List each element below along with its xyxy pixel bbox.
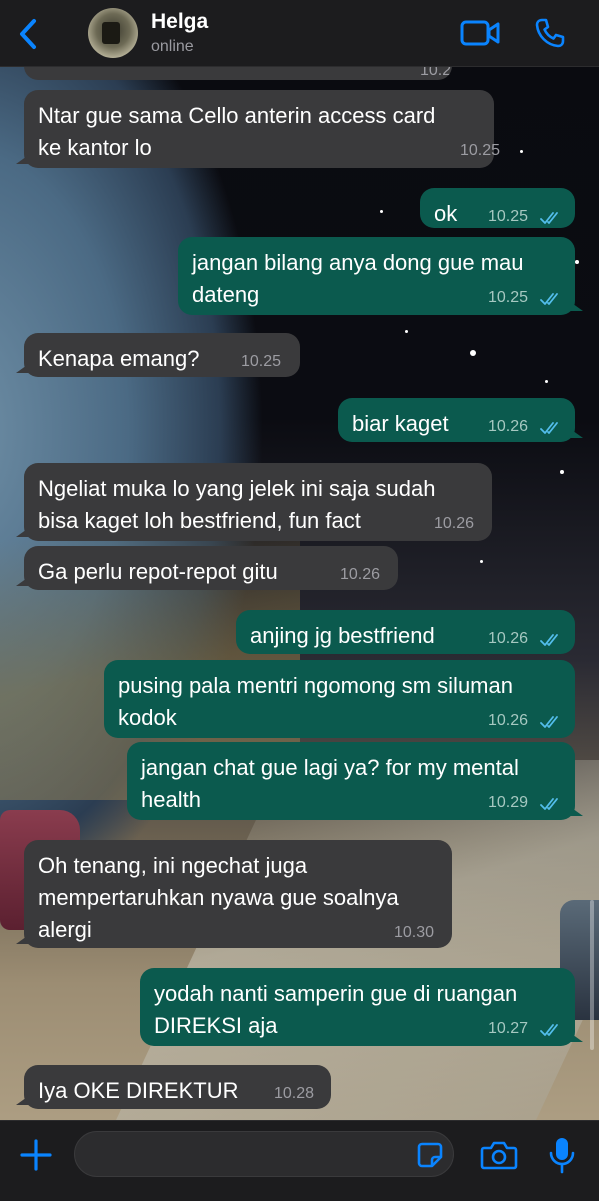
message-timestamp: 10.26 — [340, 566, 381, 583]
message-timestamp: 10.25 — [488, 208, 529, 225]
message-text: jangan chat gue lagi ya? for my mental h… — [141, 755, 519, 812]
contact-name[interactable]: Helga — [151, 10, 208, 34]
message-timestamp: 10.26 — [434, 515, 475, 532]
bubble-tail — [16, 363, 30, 373]
outgoing-message-bubble[interactable]: biar kaget 10.26 — [338, 398, 583, 442]
plus-icon[interactable] — [18, 1137, 54, 1173]
bubble-tail — [569, 1032, 583, 1042]
message-timestamp: 10.27 — [488, 1020, 529, 1037]
message-text: yodah nanti samperin gue di ruangan DIRE… — [154, 981, 518, 1038]
read-receipt-icon — [540, 293, 558, 305]
outgoing-message-bubble[interactable]: jangan chat gue lagi ya? for my mental h… — [127, 742, 583, 820]
message-timestamp: 10.25 — [460, 142, 501, 159]
bubble-tail — [16, 154, 30, 164]
outgoing-message-bubble[interactable]: ok 10.25 — [420, 188, 575, 228]
message-timestamp: 10.28 — [274, 1085, 315, 1102]
video-camera-icon[interactable] — [460, 18, 500, 48]
message-timestamp: 10.26 — [488, 712, 529, 729]
message-text: jangan bilang anya dong gue mau dateng — [192, 250, 524, 307]
read-receipt-icon — [540, 716, 558, 728]
incoming-message-bubble[interactable]: Oh tenang, ini ngechat juga mempertaruhk… — [16, 840, 452, 948]
incoming-message-bubble[interactable]: Iya OKE DIREKTUR 10.28 — [16, 1065, 331, 1109]
phone-icon[interactable] — [534, 17, 566, 49]
bubble-tail — [16, 576, 30, 586]
message-timestamp: 10.26 — [488, 418, 529, 435]
message-text: anjing jg bestfriend — [250, 623, 435, 648]
message-text: Ntar gue sama Cello anterin access card … — [38, 103, 436, 160]
message-text: pusing pala mentri ngomong sm siluman ko… — [118, 673, 513, 730]
message-text: Ga perlu repot-repot gitu — [38, 559, 278, 584]
contact-status: online — [151, 38, 194, 55]
chevron-left-icon[interactable] — [14, 16, 44, 52]
outgoing-message-bubble[interactable]: pusing pala mentri ngomong sm siluman ko… — [104, 660, 575, 738]
outgoing-message-bubble[interactable]: jangan bilang anya dong gue mau dateng 10… — [178, 237, 583, 315]
message-text: Ngeliat muka lo yang jelek ini saja suda… — [38, 476, 436, 533]
read-receipt-icon — [540, 1024, 558, 1036]
message-text: Oh tenang, ini ngechat juga mempertaruhk… — [38, 853, 399, 942]
incoming-message-bubble[interactable]: Ngeliat muka lo yang jelek ini saja suda… — [16, 463, 492, 541]
message-text: Iya OKE DIREKTUR — [38, 1078, 239, 1103]
camera-icon[interactable] — [480, 1139, 518, 1171]
sticker-icon[interactable] — [416, 1141, 444, 1169]
read-receipt-icon — [540, 422, 558, 434]
message-text: ok — [434, 201, 458, 226]
message-timestamp: 10.26 — [488, 630, 529, 647]
bubble-tail — [569, 806, 583, 816]
outgoing-message-bubble[interactable]: anjing jg bestfriend 10.26 — [236, 610, 575, 654]
incoming-message-bubble[interactable]: Kenapa emang? 10.25 — [16, 333, 300, 377]
bubble-tail — [569, 301, 583, 311]
message-text: Kenapa emang? — [38, 346, 200, 371]
scrollbar[interactable] — [590, 900, 594, 1050]
bubble-tail — [16, 527, 30, 537]
contact-avatar[interactable] — [88, 8, 138, 58]
read-receipt-icon — [540, 798, 558, 810]
message-timestamp: 10.29 — [488, 794, 529, 811]
bubble-tail — [16, 1095, 30, 1105]
message-timestamp: 10.30 — [394, 924, 435, 941]
message-timestamp: 10.25 — [488, 289, 529, 306]
outgoing-message-bubble[interactable]: yodah nanti samperin gue di ruangan DIRE… — [140, 968, 583, 1046]
chat-header: Helga online — [0, 0, 599, 67]
incoming-message-bubble[interactable]: Ga perlu repot-repot gitu 10.26 — [16, 546, 398, 590]
message-input[interactable] — [74, 1131, 454, 1177]
read-receipt-icon — [540, 634, 558, 646]
message-timestamp: 10.25 — [241, 353, 282, 370]
incoming-message-bubble[interactable]: Ntar gue sama Cello anterin access card … — [16, 90, 500, 168]
bubble-tail — [16, 934, 30, 944]
read-receipt-icon — [540, 212, 558, 224]
message-text: biar kaget — [352, 411, 449, 436]
bubble-tail — [569, 428, 583, 438]
composer-bar — [0, 1120, 599, 1201]
microphone-icon[interactable] — [548, 1135, 576, 1175]
